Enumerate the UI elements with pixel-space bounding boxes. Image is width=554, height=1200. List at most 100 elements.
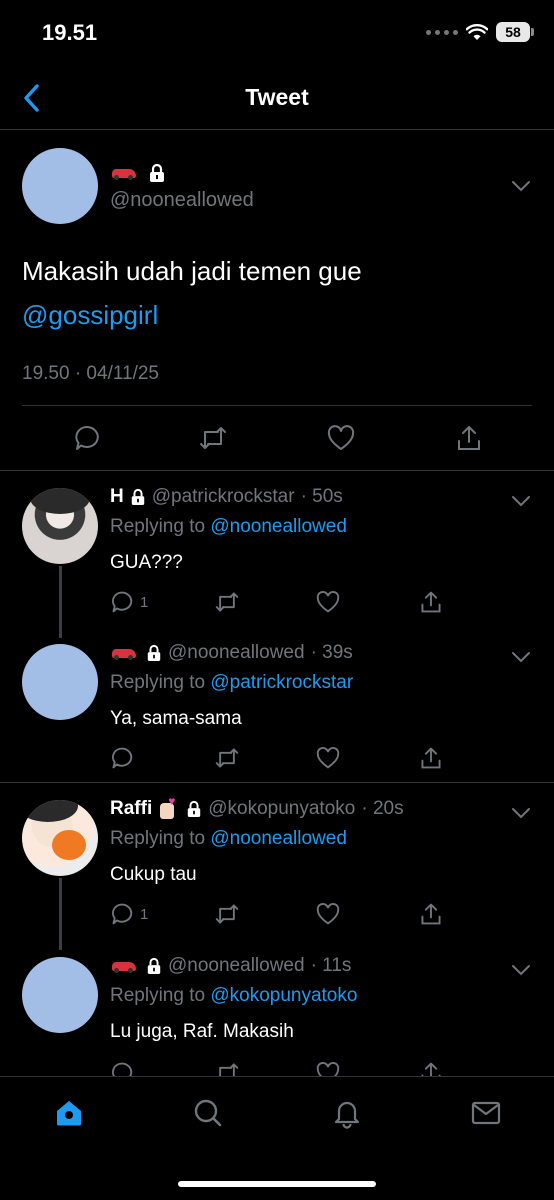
user-handle[interactable]: @patrickrockstar	[152, 486, 295, 508]
avatar[interactable]	[22, 644, 98, 720]
battery-indicator: 58	[496, 22, 534, 42]
home-icon	[57, 1101, 81, 1126]
reply-text: GUA???	[110, 552, 183, 573]
reply-count: 1	[140, 593, 149, 611]
like-button[interactable]	[324, 421, 358, 455]
share-button[interactable]	[452, 421, 486, 455]
share-button[interactable]	[419, 900, 443, 928]
avatar[interactable]	[22, 800, 98, 876]
mail-icon	[471, 1101, 501, 1125]
user-handle[interactable]: @nooneallowed	[168, 642, 305, 664]
retweet-icon	[200, 427, 226, 449]
heart-icon	[327, 425, 355, 450]
share-icon	[421, 591, 441, 613]
reply-tweet[interactable]: Raffi @kokopunyatoko · 20s Replying to @…	[0, 784, 554, 950]
display-name[interactable]: H	[110, 486, 124, 508]
replying-to: Replying to @patrickrockstar	[110, 672, 353, 694]
avatar[interactable]	[22, 148, 98, 224]
share-button[interactable]	[419, 744, 443, 772]
reply-text: Lu juga, Raf. Makasih	[110, 1021, 294, 1042]
replying-to-label: Replying to	[110, 516, 211, 537]
lock-icon	[147, 957, 161, 974]
reply-icon	[112, 747, 133, 769]
retweet-button[interactable]	[214, 744, 240, 772]
share-icon	[458, 426, 480, 450]
replies-list: H @patrickrockstar · 50s Replying to @no…	[0, 472, 554, 1076]
reply-button[interactable]	[110, 744, 134, 772]
replying-to-label: Replying to	[110, 828, 211, 849]
tweet-action-bar	[0, 421, 554, 457]
reply-header: H @patrickrockstar · 50s	[110, 486, 343, 508]
tab-home[interactable]	[49, 1093, 89, 1133]
tweet-options-button[interactable]	[510, 806, 532, 820]
retweet-button[interactable]	[214, 900, 240, 928]
reply-button[interactable]: 1	[110, 588, 148, 616]
tweet-body: Makasih udah jadi temen gue	[22, 256, 362, 286]
user-handle[interactable]: @nooneallowed	[110, 189, 254, 212]
reply-button[interactable]	[70, 421, 104, 455]
reply-action-bar	[0, 1059, 554, 1076]
reply-header: @nooneallowed · 39s	[110, 642, 353, 664]
reply-button[interactable]	[110, 1059, 134, 1076]
retweet-icon	[219, 1063, 239, 1076]
reply-action-bar	[0, 744, 554, 772]
user-handle[interactable]: @nooneallowed	[168, 955, 305, 977]
share-button[interactable]	[419, 1059, 443, 1076]
replying-to: Replying to @kokopunyatoko	[110, 985, 357, 1007]
status-bar: 19.51 58	[0, 0, 554, 68]
chevron-down-icon	[512, 652, 530, 663]
tab-notifications[interactable]	[327, 1093, 367, 1133]
race-car-emoji-icon	[110, 165, 140, 181]
heart-icon	[316, 903, 340, 925]
retweet-button[interactable]	[196, 421, 230, 455]
like-button[interactable]	[316, 588, 340, 616]
heart-icon	[316, 747, 340, 769]
like-button[interactable]	[316, 1059, 340, 1076]
status-indicators: 58	[426, 22, 534, 42]
tab-messages[interactable]	[466, 1093, 506, 1133]
replying-to: Replying to @nooneallowed	[110, 828, 347, 850]
retweet-button[interactable]	[214, 1059, 240, 1076]
tweet-options-button[interactable]	[510, 650, 532, 664]
reply-count: 1	[140, 905, 149, 923]
divider	[0, 782, 554, 783]
reply-tweet[interactable]: H @patrickrockstar · 50s Replying to @no…	[0, 472, 554, 638]
tweet-text: Makasih udah jadi temen gue @gossipgirl	[22, 249, 362, 337]
heart-icon	[316, 591, 340, 613]
reply-button[interactable]: 1	[110, 900, 148, 928]
reply-text: Ya, sama-sama	[110, 708, 242, 729]
heart-icon	[316, 1062, 340, 1076]
user-handle[interactable]: @kokopunyatoko	[208, 798, 355, 820]
reply-tweet[interactable]: @nooneallowed · 39s Replying to @patrick…	[0, 628, 554, 784]
reply-icon	[112, 591, 133, 613]
share-icon	[421, 747, 441, 769]
like-button[interactable]	[316, 744, 340, 772]
tweet-options-button[interactable]	[510, 963, 532, 977]
share-button[interactable]	[419, 588, 443, 616]
mention-link[interactable]: @kokopunyatoko	[210, 985, 357, 1006]
tab-search[interactable]	[188, 1093, 228, 1133]
status-time: 19.51	[42, 20, 98, 45]
mention-link[interactable]: @patrickrockstar	[210, 672, 353, 693]
retweet-button[interactable]	[214, 588, 240, 616]
reply-icon	[112, 1062, 133, 1076]
avatar[interactable]	[22, 957, 98, 1033]
reply-tweet[interactable]: @nooneallowed · 11s Replying to @kokopun…	[0, 941, 554, 1076]
mention-link[interactable]: @nooneallowed	[210, 516, 347, 537]
reply-icon	[112, 903, 133, 925]
replying-to: Replying to @nooneallowed	[110, 516, 347, 538]
display-name[interactable]: Raffi	[110, 798, 152, 820]
search-icon	[194, 1099, 222, 1127]
tweet-options-button[interactable]	[510, 494, 532, 508]
display-name[interactable]	[110, 163, 166, 183]
mention-link[interactable]: @nooneallowed	[210, 828, 347, 849]
reply-time: · 39s	[310, 642, 353, 663]
home-indicator[interactable]	[178, 1181, 376, 1187]
mention-link[interactable]: @gossipgirl	[22, 293, 362, 337]
avatar[interactable]	[22, 488, 98, 564]
reply-header: @nooneallowed · 11s	[110, 955, 351, 977]
reply-icon	[75, 425, 99, 450]
tweet-options-button[interactable]	[510, 179, 532, 193]
retweet-icon	[215, 904, 239, 924]
like-button[interactable]	[316, 900, 340, 928]
